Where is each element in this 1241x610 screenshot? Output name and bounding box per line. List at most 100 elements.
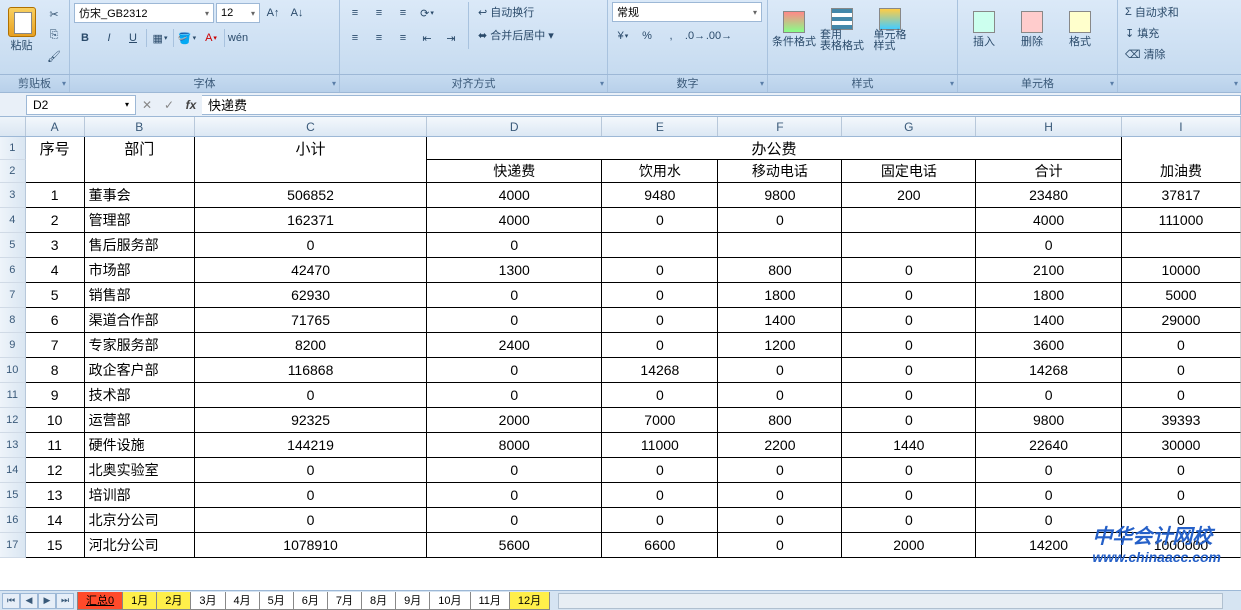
font-color-button[interactable]: A▾ xyxy=(200,28,222,48)
align-left-button[interactable]: ≡ xyxy=(344,28,366,48)
cell[interactable]: 0 xyxy=(976,383,1122,408)
colhdr-D[interactable]: D xyxy=(427,117,602,136)
name-box[interactable]: D2▾ xyxy=(26,95,136,115)
cell[interactable]: 42470 xyxy=(195,258,427,283)
cell[interactable] xyxy=(1122,233,1241,258)
border-button[interactable]: ▦▾ xyxy=(149,28,171,48)
autosum-button[interactable]: Σ自动求和 xyxy=(1122,2,1237,22)
cell[interactable]: 9480 xyxy=(602,183,718,208)
indent-inc-button[interactable]: ⇥ xyxy=(440,28,462,48)
cell[interactable]: 9800 xyxy=(718,183,842,208)
cell[interactable]: 2200 xyxy=(718,433,842,458)
align-middle-button[interactable]: ≡ xyxy=(368,3,390,23)
cell[interactable]: 3 xyxy=(26,233,85,258)
cell[interactable]: 部门 xyxy=(85,137,195,160)
cell[interactable]: 4000 xyxy=(976,208,1122,233)
colhdr-B[interactable]: B xyxy=(85,117,195,136)
sheet-tab[interactable]: 9月 xyxy=(395,592,430,610)
cell[interactable]: 0 xyxy=(602,333,718,358)
cell[interactable]: 7000 xyxy=(602,408,718,433)
cell[interactable]: 800 xyxy=(718,258,842,283)
cell[interactable]: 运营部 xyxy=(85,408,195,433)
cell[interactable]: 200 xyxy=(842,183,976,208)
merge-center-button[interactable]: ⬌合并后居中▾ xyxy=(475,25,557,45)
fx-button[interactable]: fx xyxy=(180,98,202,112)
format-button[interactable]: 格式 xyxy=(1058,2,1102,58)
cell[interactable] xyxy=(1122,137,1241,160)
cell[interactable]: 3600 xyxy=(976,333,1122,358)
horizontal-scrollbar[interactable] xyxy=(558,593,1223,609)
cell[interactable]: 0 xyxy=(718,208,842,233)
rowhdr-7[interactable]: 7 xyxy=(0,283,26,308)
cell[interactable] xyxy=(195,160,427,183)
rowhdr-6[interactable]: 6 xyxy=(0,258,26,283)
cell[interactable]: 0 xyxy=(976,233,1122,258)
sheet-tab[interactable]: 11月 xyxy=(470,592,510,610)
cell[interactable]: 0 xyxy=(602,258,718,283)
cell-styles-button[interactable]: 单元格 样式 xyxy=(868,2,912,58)
sheet-tab[interactable]: 2月 xyxy=(156,592,191,610)
cell[interactable]: 0 xyxy=(718,508,842,533)
cell[interactable]: 合计 xyxy=(976,160,1122,183)
sheet-tab[interactable]: 3月 xyxy=(190,592,225,610)
rowhdr-15[interactable]: 15 xyxy=(0,483,26,508)
cell[interactable]: 移动电话 xyxy=(718,160,842,183)
cell[interactable]: 固定电话 xyxy=(842,160,976,183)
underline-button[interactable]: U xyxy=(122,28,144,48)
cell[interactable]: 0 xyxy=(842,383,976,408)
format-as-table-button[interactable]: 套用 表格格式 xyxy=(820,2,864,58)
rowhdr-3[interactable]: 3 xyxy=(0,183,26,208)
cell[interactable]: 62930 xyxy=(195,283,427,308)
indent-dec-button[interactable]: ⇤ xyxy=(416,28,438,48)
cell[interactable]: 10000 xyxy=(1122,258,1241,283)
cell[interactable] xyxy=(26,160,85,183)
sheet-tab[interactable]: 6月 xyxy=(293,592,328,610)
cell[interactable]: 1800 xyxy=(976,283,1122,308)
cell[interactable]: 0 xyxy=(602,283,718,308)
cell[interactable]: 0 xyxy=(195,383,427,408)
cell[interactable]: 5000 xyxy=(1122,283,1241,308)
cell[interactable]: 0 xyxy=(718,533,842,558)
cell[interactable]: 2400 xyxy=(427,333,602,358)
cell[interactable]: 饮用水 xyxy=(602,160,718,183)
cell[interactable]: 1800 xyxy=(718,283,842,308)
cell[interactable]: 14 xyxy=(26,508,85,533)
cell[interactable]: 1000000 xyxy=(1122,533,1241,558)
rowhdr-2[interactable]: 2 xyxy=(0,160,26,183)
cell[interactable]: 11 xyxy=(26,433,85,458)
cell[interactable]: 8200 xyxy=(195,333,427,358)
cell[interactable]: 4 xyxy=(26,258,85,283)
sheet-tab[interactable]: 8月 xyxy=(361,592,396,610)
cell[interactable]: 116868 xyxy=(195,358,427,383)
cell[interactable]: 0 xyxy=(842,458,976,483)
rowhdr-5[interactable]: 5 xyxy=(0,233,26,258)
insert-button[interactable]: 插入 xyxy=(962,2,1006,58)
select-all-button[interactable] xyxy=(0,117,26,136)
cell[interactable]: 0 xyxy=(842,483,976,508)
cell[interactable]: 市场部 xyxy=(85,258,195,283)
cell[interactable]: 8 xyxy=(26,358,85,383)
tab-prev-button[interactable]: ◀ xyxy=(20,593,38,609)
wrap-text-button[interactable]: ↩自动换行 xyxy=(475,2,557,22)
cell[interactable]: 9800 xyxy=(976,408,1122,433)
paste-button[interactable]: 粘贴 xyxy=(4,2,39,58)
cell[interactable]: 2000 xyxy=(842,533,976,558)
cell[interactable]: 0 xyxy=(602,458,718,483)
cell[interactable]: 0 xyxy=(842,333,976,358)
cell[interactable]: 0 xyxy=(842,283,976,308)
rowhdr-1[interactable]: 1 xyxy=(0,137,26,160)
cell[interactable]: 序号 xyxy=(26,137,85,160)
sheet-tab[interactable]: 汇总0 xyxy=(77,592,123,610)
cell[interactable]: 2000 xyxy=(427,408,602,433)
cell[interactable]: 董事会 xyxy=(85,183,195,208)
align-center-button[interactable]: ≡ xyxy=(368,28,390,48)
cell[interactable]: 1078910 xyxy=(195,533,427,558)
cell[interactable]: 0 xyxy=(602,483,718,508)
colhdr-A[interactable]: A xyxy=(26,117,85,136)
sheet-tab[interactable]: 10月 xyxy=(429,592,470,610)
cell[interactable]: 0 xyxy=(718,383,842,408)
cell[interactable]: 北京分公司 xyxy=(85,508,195,533)
font-size-combo[interactable]: 12▾ xyxy=(216,3,260,23)
sheet-tab[interactable]: 7月 xyxy=(327,592,362,610)
cell[interactable]: 23480 xyxy=(976,183,1122,208)
